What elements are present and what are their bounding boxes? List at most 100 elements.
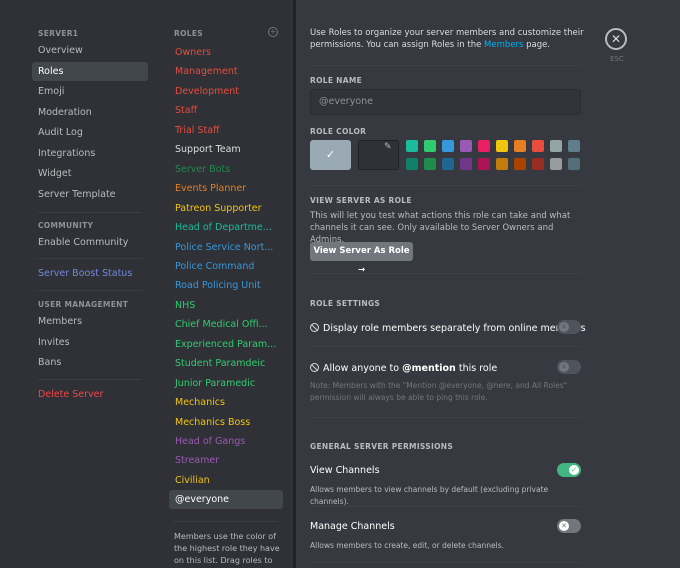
sidebar-item-roles[interactable]: Roles xyxy=(32,62,148,81)
default-color-swatch[interactable]: ✓ xyxy=(310,140,351,170)
role-item[interactable]: Patreon Supporter xyxy=(169,199,283,218)
sidebar-item-delete-server[interactable]: Delete Server xyxy=(32,385,148,404)
role-item[interactable]: Head of Gangs xyxy=(169,432,283,451)
color-swatch[interactable] xyxy=(568,140,580,152)
custom-color-swatch[interactable]: ✎ xyxy=(358,140,399,170)
color-swatch[interactable] xyxy=(406,158,418,170)
role-item[interactable]: Police Command xyxy=(169,257,283,276)
manage-channels-description: Allows members to create, edit, or delet… xyxy=(310,541,504,550)
role-item[interactable]: Road Policing Unit xyxy=(169,276,283,295)
view-channels-toggle[interactable]: ✓ xyxy=(557,463,581,477)
color-swatch[interactable] xyxy=(568,158,580,170)
role-item[interactable]: Support Team xyxy=(169,140,283,159)
sidebar-item-moderation[interactable]: Moderation xyxy=(32,103,148,122)
role-item[interactable]: Civilian xyxy=(169,471,283,490)
role-settings-label: ROLE SETTINGS xyxy=(310,299,381,308)
role-item[interactable]: Head of Departme... xyxy=(169,218,283,237)
role-color-label: ROLE COLOR xyxy=(310,127,367,136)
role-name-input[interactable]: @everyone xyxy=(310,89,581,115)
add-role-icon[interactable]: + xyxy=(268,27,278,37)
section-divider xyxy=(310,65,581,66)
allow-mention-setting: Allow anyone to @mention this role xyxy=(310,362,497,374)
color-swatch[interactable] xyxy=(442,140,454,152)
esc-label: ESC xyxy=(610,55,624,63)
sidebar-item-bans[interactable]: Bans xyxy=(32,353,148,372)
sidebar-item-members[interactable]: Members xyxy=(32,312,148,331)
server-name-header: SERVER1 xyxy=(38,29,79,38)
color-swatch[interactable] xyxy=(406,140,418,152)
section-divider xyxy=(310,185,581,186)
toggle-off-icon: ✕ xyxy=(559,322,569,332)
color-swatch[interactable] xyxy=(496,158,508,170)
role-item[interactable]: NHS xyxy=(169,296,283,315)
sidebar-divider xyxy=(38,212,142,213)
color-swatch[interactable] xyxy=(550,140,562,152)
color-swatch[interactable] xyxy=(496,140,508,152)
color-swatch-grid xyxy=(406,140,584,172)
role-item[interactable]: Staff xyxy=(169,101,283,120)
view-server-as-role-label: VIEW SERVER AS ROLE xyxy=(310,196,412,205)
color-swatch[interactable] xyxy=(532,158,544,170)
view-server-as-role-button[interactable]: View Server As Role → xyxy=(310,242,413,275)
role-item[interactable]: Experienced Param... xyxy=(169,335,283,354)
sidebar-item-overview[interactable]: Overview xyxy=(32,41,148,60)
sidebar-item-widget[interactable]: Widget xyxy=(32,164,148,183)
roles-list-panel: ROLES + Owners Management Development Staff… xyxy=(156,0,293,568)
role-item[interactable]: Owners xyxy=(169,43,283,62)
role-item[interactable]: Police Service Nort... xyxy=(169,238,283,257)
role-item[interactable]: Student Paramdeic xyxy=(169,354,283,373)
close-icon: ✕ xyxy=(610,32,622,46)
display-separately-label: Display role members separately from onl… xyxy=(323,323,586,334)
role-item[interactable]: Management xyxy=(169,62,283,81)
color-swatch[interactable] xyxy=(424,158,436,170)
color-swatch[interactable] xyxy=(550,158,562,170)
allow-mention-toggle[interactable]: ✕ xyxy=(557,360,581,374)
section-divider xyxy=(310,506,581,507)
role-item[interactable]: Chief Medical Offi... xyxy=(169,315,283,334)
sidebar-item-invites[interactable]: Invites xyxy=(32,333,148,352)
sidebar-divider xyxy=(38,290,142,291)
display-separately-setting: Display role members separately from onl… xyxy=(310,322,586,334)
role-settings-main: Use Roles to organize your server member… xyxy=(296,0,680,568)
color-swatch[interactable] xyxy=(442,158,454,170)
sidebar-item-server-template[interactable]: Server Template xyxy=(32,185,148,204)
role-item[interactable]: @everyone xyxy=(169,490,283,510)
role-item[interactable]: Trial Staff xyxy=(169,121,283,140)
settings-sidebar: SERVER1 Overview Roles Emoji Moderation … xyxy=(0,0,156,568)
disabled-icon xyxy=(310,323,319,332)
color-swatch[interactable] xyxy=(460,140,472,152)
color-swatch[interactable] xyxy=(532,140,544,152)
role-item[interactable]: Streamer xyxy=(169,451,283,470)
sidebar-item-server-boost-status[interactable]: Server Boost Status xyxy=(32,264,148,283)
eyedropper-icon: ✎ xyxy=(384,142,392,152)
sidebar-item-enable-community[interactable]: Enable Community xyxy=(32,233,148,252)
color-swatch[interactable] xyxy=(478,158,490,170)
view-channels-description: Allows members to view channels by defau… xyxy=(310,485,549,506)
disabled-icon xyxy=(310,363,319,372)
color-swatch[interactable] xyxy=(460,158,472,170)
toggle-on-icon: ✓ xyxy=(569,465,579,475)
role-item[interactable]: Development xyxy=(169,82,283,101)
color-swatch[interactable] xyxy=(424,140,436,152)
sidebar-item-emoji[interactable]: Emoji xyxy=(32,82,148,101)
color-swatch[interactable] xyxy=(478,140,490,152)
checkmark-icon: ✓ xyxy=(325,148,336,161)
color-swatch[interactable] xyxy=(514,158,526,170)
allow-mention-keyword: @mention xyxy=(402,363,456,374)
sidebar-item-audit-log[interactable]: Audit Log xyxy=(32,123,148,142)
color-swatch[interactable] xyxy=(514,140,526,152)
role-item[interactable]: Junior Paramedic xyxy=(169,374,283,393)
sidebar-item-integrations[interactable]: Integrations xyxy=(32,144,148,163)
intro-text-end: page. xyxy=(526,40,551,50)
display-separately-toggle[interactable]: ✕ xyxy=(557,320,581,334)
role-item[interactable]: Server Bots xyxy=(169,160,283,179)
roles-intro-text: Use Roles to organize your server member… xyxy=(310,27,590,51)
role-item[interactable]: Events Planner xyxy=(169,179,283,198)
role-item[interactable]: Mechanics Boss xyxy=(169,413,283,432)
roles-help-text: Members use the color of the highest rol… xyxy=(174,532,280,565)
role-item[interactable]: Mechanics xyxy=(169,393,283,412)
manage-channels-toggle[interactable]: ✕ xyxy=(557,519,581,533)
close-button[interactable]: ✕ xyxy=(605,28,627,50)
user-management-header: USER MANAGEMENT xyxy=(38,300,129,309)
members-link[interactable]: Members xyxy=(484,40,523,50)
